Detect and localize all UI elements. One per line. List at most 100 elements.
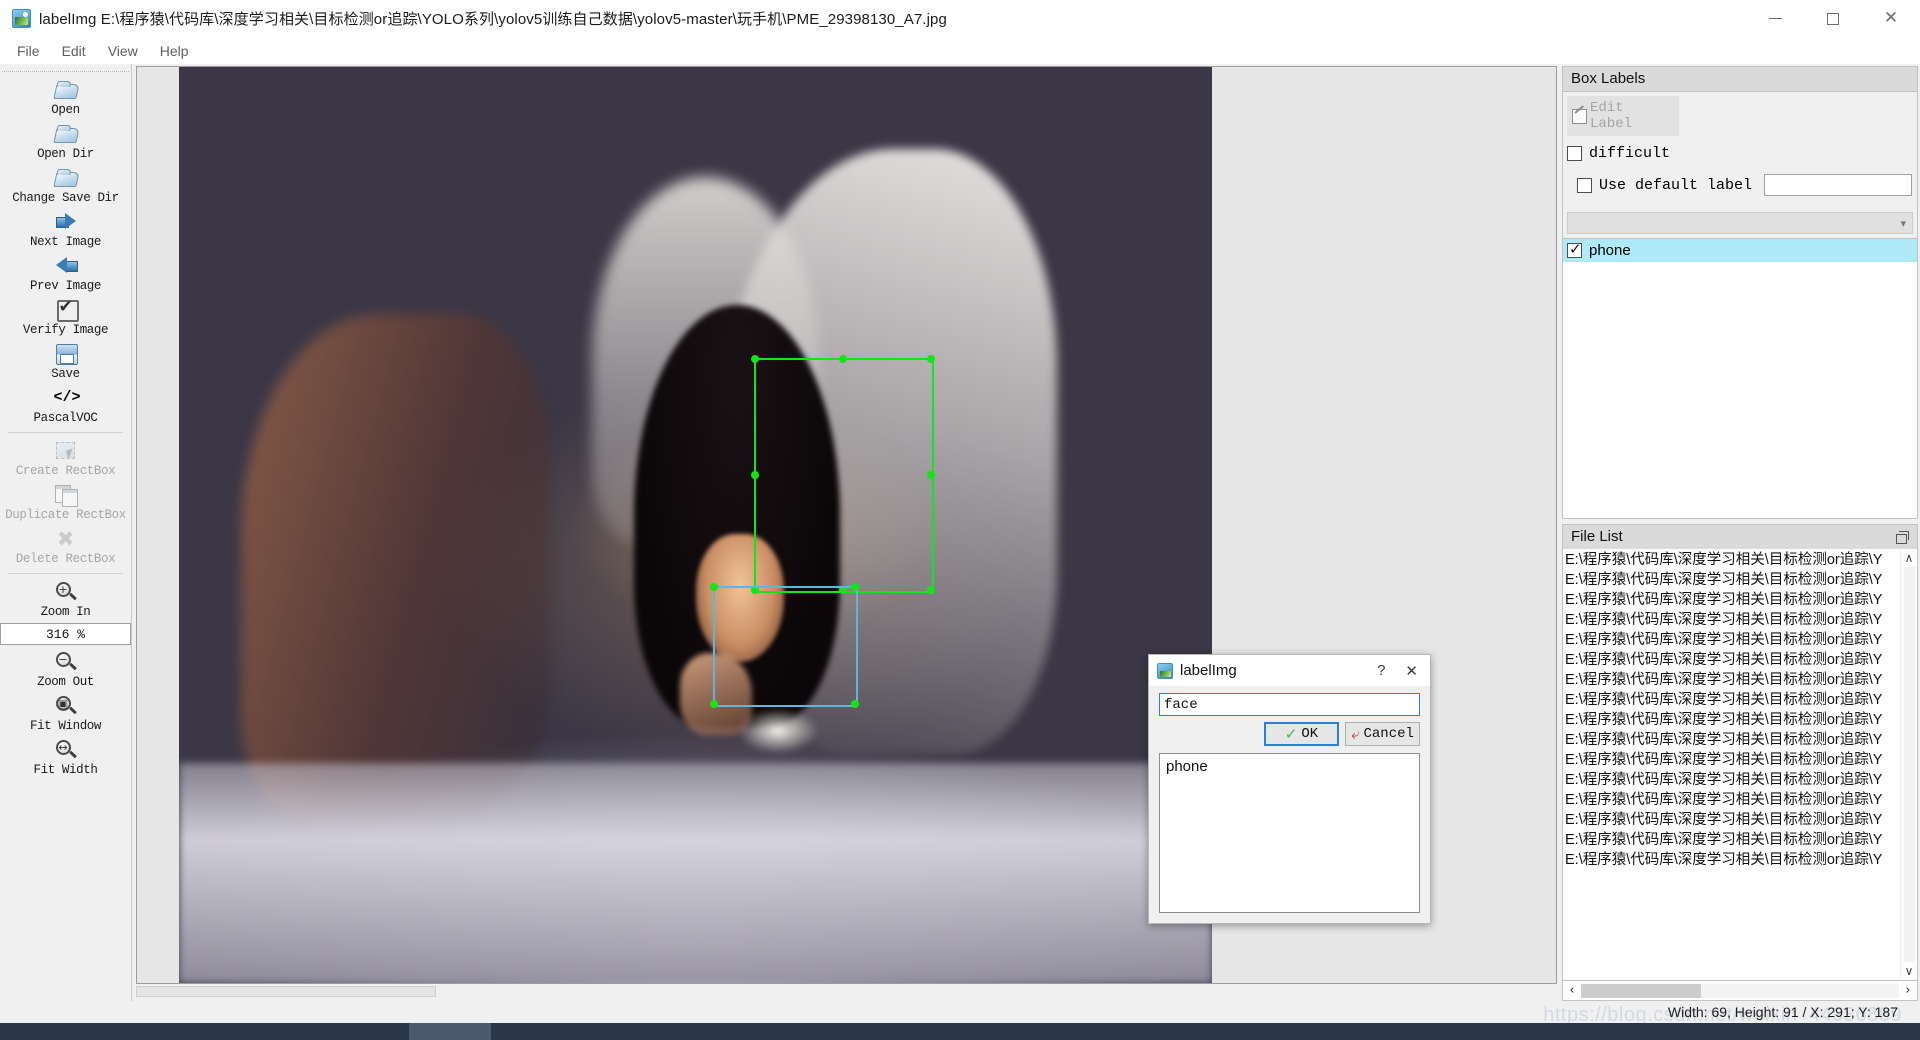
- list-item[interactable]: E:\程序猿\代码库\深度学习相关\目标检测or追踪\Y: [1563, 750, 1900, 770]
- bbox-handle-bottom-left[interactable]: [710, 700, 719, 709]
- box-labels-title-text: Box Labels: [1571, 70, 1646, 87]
- right-dock: Box Labels Edit Label difficult Use defa…: [1560, 64, 1920, 1001]
- zoom-level-input[interactable]: 316 %: [0, 623, 131, 645]
- labelimg-dialog-icon: [1157, 662, 1173, 679]
- toolbar-item-save[interactable]: Save: [0, 339, 131, 383]
- ok-button[interactable]: ✓ OK: [1264, 722, 1339, 746]
- toolbar-item-zoom-out[interactable]: − Zoom Out: [0, 647, 131, 691]
- toolbar-label-zoom-out: Zoom Out: [37, 675, 94, 689]
- difficult-checkbox-row[interactable]: difficult: [1567, 145, 1913, 162]
- list-item[interactable]: E:\程序猿\代码库\深度学习相关\目标检测or追踪\Y: [1563, 710, 1900, 730]
- label-combo-box[interactable]: ▾: [1567, 212, 1913, 234]
- list-item[interactable]: E:\程序猿\代码库\深度学习相关\目标检测or追踪\Y: [1563, 690, 1900, 710]
- dialog-help-button[interactable]: ?: [1365, 662, 1397, 679]
- toolbar-item-next-image[interactable]: Next Image: [0, 207, 131, 251]
- menu-bar: File Edit View Help: [0, 38, 1920, 64]
- list-item[interactable]: E:\程序猿\代码库\深度学习相关\目标检测or追踪\Y: [1563, 610, 1900, 630]
- file-list-box[interactable]: E:\程序猿\代码库\深度学习相关\目标检测or追踪\Y E:\程序猿\代码库\…: [1562, 549, 1918, 981]
- label-entry-dialog[interactable]: labelImg ? ✕ face ✓ OK ⤶ Cancel phone: [1148, 654, 1431, 924]
- scroll-left-icon[interactable]: ‹: [1563, 983, 1581, 998]
- list-item[interactable]: E:\程序猿\代码库\深度学习相关\目标检测or追踪\Y: [1563, 570, 1900, 590]
- bbox-phone[interactable]: [710, 583, 859, 709]
- file-list-items[interactable]: E:\程序猿\代码库\深度学习相关\目标检测or追踪\Y E:\程序猿\代码库\…: [1563, 549, 1900, 980]
- scroll-down-icon[interactable]: ∨: [1905, 964, 1914, 978]
- file-list-scroll-track[interactable]: [1903, 567, 1915, 962]
- file-list-vertical-scrollbar[interactable]: ∧ ∨: [1900, 549, 1917, 980]
- toolbar-item-create-rectbox[interactable]: Create RectBox: [0, 436, 131, 480]
- list-item[interactable]: E:\程序猿\代码库\深度学习相关\目标检测or追踪\Y: [1563, 650, 1900, 670]
- bbox-handle-top-left[interactable]: [751, 355, 760, 364]
- bbox-handle-top-center[interactable]: [839, 355, 848, 364]
- list-item[interactable]: E:\程序猿\代码库\深度学习相关\目标检测or追踪\Y: [1563, 550, 1900, 570]
- toolbar-item-zoom-in[interactable]: + Zoom In: [0, 577, 131, 621]
- photo-phone-glow: [736, 708, 820, 754]
- use-default-label-checkbox[interactable]: [1577, 177, 1592, 193]
- scroll-up-icon[interactable]: ∧: [1905, 551, 1914, 565]
- close-button[interactable]: ✕: [1862, 0, 1920, 38]
- minimize-button[interactable]: [1746, 0, 1804, 38]
- status-bar: https://blog.csdn.net/weixin_44936889 Wi…: [0, 1001, 1920, 1026]
- list-item[interactable]: E:\程序猿\代码库\深度学习相关\目标检测or追踪\Y: [1563, 770, 1900, 790]
- annotated-photo[interactable]: [179, 67, 1212, 983]
- toolbar-drag-handle[interactable]: [2, 66, 129, 72]
- label-suggestion-list[interactable]: phone: [1159, 753, 1420, 913]
- edit-label-button[interactable]: Edit Label: [1567, 96, 1679, 136]
- toolbar-item-open[interactable]: Open: [0, 75, 131, 119]
- scroll-right-icon[interactable]: ›: [1899, 983, 1917, 998]
- toolbar-item-fit-width[interactable]: ↔ Fit Width: [0, 735, 131, 779]
- bbox-handle-top-right[interactable]: [850, 583, 859, 592]
- toolbar-item-delete-rectbox[interactable]: ✖ Delete RectBox: [0, 524, 131, 568]
- box-label-item-phone[interactable]: phone: [1563, 239, 1917, 262]
- toolbar-item-open-dir[interactable]: Open Dir: [0, 119, 131, 163]
- box-labels-panel: Edit Label difficult Use default label ▾: [1562, 91, 1918, 239]
- menu-edit[interactable]: Edit: [51, 40, 97, 62]
- bbox-handle-bottom-right[interactable]: [850, 700, 859, 709]
- maximize-button[interactable]: [1804, 0, 1862, 38]
- toolbar-item-fit-window[interactable]: ▣ Fit Window: [0, 691, 131, 735]
- list-item[interactable]: E:\程序猿\代码库\深度学习相关\目标检测or追踪\Y: [1563, 850, 1900, 870]
- toolbar-item-duplicate-rectbox[interactable]: Duplicate RectBox: [0, 480, 131, 524]
- list-item[interactable]: E:\程序猿\代码库\深度学习相关\目标检测or追踪\Y: [1563, 730, 1900, 750]
- canvas-scrollbar-thumb[interactable]: [136, 986, 436, 997]
- menu-file[interactable]: File: [6, 40, 51, 62]
- toolbar-label-delete-rectbox: Delete RectBox: [15, 552, 116, 566]
- toolbar-item-change-save-dir[interactable]: Change Save Dir: [0, 163, 131, 207]
- default-label-input[interactable]: [1764, 174, 1913, 196]
- folder-change-save-dir-icon: [54, 167, 78, 189]
- list-item[interactable]: E:\程序猿\代码库\深度学习相关\目标检测or追踪\Y: [1563, 830, 1900, 850]
- file-list-hscroll-thumb[interactable]: [1581, 983, 1701, 998]
- cancel-button[interactable]: ⤶ Cancel: [1345, 722, 1420, 746]
- undock-icon[interactable]: [1896, 530, 1909, 544]
- difficult-label: difficult: [1589, 145, 1671, 162]
- bbox-handle-bottom-right[interactable]: [927, 585, 936, 594]
- bbox-handle-top-right[interactable]: [927, 355, 936, 364]
- list-item[interactable]: E:\程序猿\代码库\深度学习相关\目标检测or追踪\Y: [1563, 810, 1900, 830]
- menu-help[interactable]: Help: [149, 40, 200, 62]
- suggestion-item[interactable]: phone: [1166, 758, 1413, 775]
- toolbar-label-fit-width: Fit Width: [33, 763, 98, 777]
- file-list-horizontal-scrollbar[interactable]: ‹ ›: [1562, 981, 1918, 1001]
- bbox-handle-top-left[interactable]: [710, 583, 719, 592]
- toolbar-item-prev-image[interactable]: Prev Image: [0, 251, 131, 295]
- fit-window-icon: ▣: [54, 695, 78, 717]
- difficult-checkbox[interactable]: [1567, 146, 1582, 161]
- list-item[interactable]: E:\程序猿\代码库\深度学习相关\目标检测or追踪\Y: [1563, 590, 1900, 610]
- canvas-horizontal-scrollbar[interactable]: [136, 985, 1557, 999]
- file-list-hscroll-track[interactable]: [1581, 983, 1899, 998]
- bbox-handle-middle-left[interactable]: [751, 470, 760, 479]
- window-controls: ✕: [1746, 0, 1920, 38]
- box-labels-list[interactable]: phone: [1562, 239, 1918, 519]
- toolbar-item-pascalvoc[interactable]: </> PascalVOC: [0, 383, 131, 427]
- taskbar-active-window[interactable]: [409, 1023, 491, 1040]
- toolbar-item-verify-image[interactable]: Verify Image: [0, 295, 131, 339]
- bbox-face[interactable]: [751, 355, 936, 594]
- box-label-checkbox[interactable]: [1567, 240, 1582, 258]
- label-text-input[interactable]: face: [1159, 693, 1420, 716]
- bbox-handle-middle-right[interactable]: [927, 470, 936, 479]
- menu-view[interactable]: View: [97, 40, 149, 62]
- list-item[interactable]: E:\程序猿\代码库\深度学习相关\目标检测or追踪\Y: [1563, 630, 1900, 650]
- list-item[interactable]: E:\程序猿\代码库\深度学习相关\目标检测or追踪\Y: [1563, 670, 1900, 690]
- code-format-icon: </>: [53, 389, 81, 406]
- list-item[interactable]: E:\程序猿\代码库\深度学习相关\目标检测or追踪\Y: [1563, 790, 1900, 810]
- dialog-close-button[interactable]: ✕: [1397, 662, 1426, 680]
